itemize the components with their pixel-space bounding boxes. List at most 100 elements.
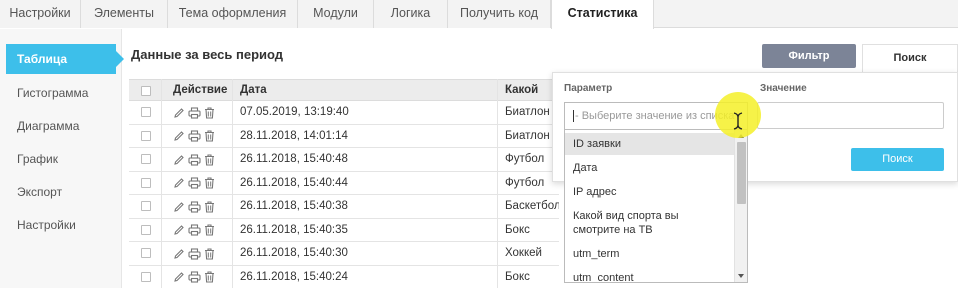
row-actions	[173, 172, 215, 195]
table-row[interactable]: 26.11.2018, 15:40:38 Баскетбол	[129, 195, 559, 219]
table-row[interactable]: 07.05.2019, 13:19:40 Биатлон	[129, 101, 559, 125]
cell-sport: Футбол	[505, 153, 545, 165]
row-checkbox[interactable]	[141, 224, 151, 235]
cell-date: 28.11.2018, 14:01:14	[240, 129, 348, 142]
tab-modules[interactable]: Модули	[298, 0, 374, 28]
cell-sport: Биатлон	[505, 129, 550, 142]
trash-icon[interactable]	[204, 200, 215, 213]
pencil-icon[interactable]	[173, 248, 185, 260]
sidebar-item-export[interactable]: Экспорт	[6, 177, 116, 207]
cell-sport: Бокс	[505, 223, 530, 236]
pencil-icon[interactable]	[173, 271, 185, 283]
printer-icon[interactable]	[188, 200, 201, 213]
search-button[interactable]: Поиск	[851, 148, 944, 171]
row-checkbox[interactable]	[141, 201, 151, 211]
table-row[interactable]: 28.11.2018, 14:01:14 Биатлон	[129, 124, 559, 148]
cell-date: 07.05.2019, 13:19:40	[240, 106, 349, 118]
trash-icon[interactable]	[204, 130, 215, 142]
dropdown-scrollbar[interactable]	[734, 130, 747, 282]
sidebar-item-histogram[interactable]: Гистограмма	[6, 78, 116, 108]
pencil-icon[interactable]	[173, 224, 185, 236]
tab-get-code[interactable]: Получить код	[448, 0, 551, 28]
tab-settings[interactable]: Настройки	[0, 0, 81, 28]
table-header: Действие Дата Какой вид	[129, 79, 559, 117]
pencil-icon[interactable]	[173, 201, 185, 213]
row-checkbox[interactable]	[141, 107, 151, 117]
row-checkbox[interactable]	[141, 177, 151, 188]
row-checkbox[interactable]	[141, 130, 151, 141]
cell-date: 26.11.2018, 15:40:30	[240, 247, 348, 259]
row-checkbox[interactable]	[141, 271, 151, 282]
select-all-checkbox[interactable]	[141, 86, 151, 96]
cell-sport: Бокс	[505, 270, 530, 283]
column-header-sport[interactable]: Какой вид	[505, 80, 559, 117]
dropdown-option-sport[interactable]: Какой вид спорта вы смотрите на ТВ	[565, 205, 736, 241]
tab-elements[interactable]: Элементы	[81, 0, 168, 28]
pencil-icon[interactable]	[173, 177, 185, 189]
printer-icon[interactable]	[188, 153, 201, 166]
cell-sport: Биатлон	[505, 106, 550, 118]
dropdown-option-utm-term[interactable]: utm_term	[565, 243, 736, 265]
filter-button[interactable]: Фильтр	[762, 44, 856, 68]
param-dropdown-list: ID заявки Дата IP адрес Какой вид спорта…	[564, 129, 748, 283]
sidebar-item-graph[interactable]: График	[6, 144, 116, 174]
dropdown-option-date[interactable]: Дата	[565, 157, 736, 179]
trash-icon[interactable]	[204, 153, 215, 166]
value-label: Значение	[760, 83, 807, 94]
row-actions	[173, 219, 215, 242]
row-actions	[173, 101, 215, 124]
sidebar-item-settings[interactable]: Настройки	[6, 210, 116, 240]
table-row[interactable]: 26.11.2018, 15:40:48 Футбол	[129, 148, 559, 172]
column-divider	[497, 79, 498, 288]
printer-icon[interactable]	[188, 247, 201, 260]
table-row[interactable]: 26.11.2018, 15:40:35 Бокс	[129, 218, 559, 242]
cell-sport: Хоккей	[505, 247, 542, 259]
scroll-down-arrow-icon[interactable]	[738, 274, 744, 278]
table-row[interactable]: 26.11.2018, 15:40:44 Футбол	[129, 171, 559, 195]
sidebar-item-table[interactable]: Таблица	[6, 44, 124, 74]
trash-icon[interactable]	[204, 224, 215, 236]
row-checkbox[interactable]	[141, 248, 151, 258]
dropdown-option-ip[interactable]: IP адрес	[565, 181, 736, 203]
pencil-icon[interactable]	[173, 154, 185, 166]
printer-icon[interactable]	[188, 106, 201, 119]
dropdown-option-utm-content[interactable]: utm_content	[565, 267, 736, 282]
pencil-icon[interactable]	[173, 130, 185, 142]
row-actions	[173, 195, 215, 218]
value-input[interactable]	[757, 102, 944, 129]
cell-sport: Баскетбол	[505, 200, 559, 212]
row-checkbox[interactable]	[141, 154, 151, 164]
top-tab-bar: Настройки Элементы Тема оформления Модул…	[0, 0, 958, 29]
trash-icon[interactable]	[204, 106, 215, 119]
cell-date: 26.11.2018, 15:40:38	[240, 200, 348, 212]
table-row[interactable]: 26.11.2018, 15:40:30 Хоккей	[129, 242, 559, 266]
printer-icon[interactable]	[188, 271, 201, 283]
cell-sport: Футбол	[505, 176, 545, 189]
dropdown-option-request-id[interactable]: ID заявки	[565, 133, 736, 155]
column-divider	[161, 79, 162, 288]
pencil-icon[interactable]	[173, 107, 185, 119]
printer-icon[interactable]	[188, 224, 201, 236]
search-tab-button[interactable]: Поиск	[862, 44, 958, 72]
trash-icon[interactable]	[204, 247, 215, 260]
row-actions	[173, 242, 215, 265]
column-header-date[interactable]: Дата	[240, 80, 267, 102]
cell-date: 26.11.2018, 15:40:44	[240, 176, 348, 189]
tab-theme[interactable]: Тема оформления	[168, 0, 298, 28]
tab-logic[interactable]: Логика	[374, 0, 448, 28]
table-row[interactable]: 26.11.2018, 15:40:24 Бокс	[129, 265, 559, 288]
trash-icon[interactable]	[204, 271, 215, 283]
row-actions	[173, 266, 215, 288]
scrollbar-thumb[interactable]	[737, 142, 746, 204]
text-cursor-icon	[733, 112, 743, 133]
text-caret	[573, 110, 574, 123]
sidebar-item-diagram[interactable]: Диаграмма	[6, 111, 116, 141]
row-actions	[173, 148, 215, 171]
cell-date: 26.11.2018, 15:40:48	[240, 153, 348, 165]
tab-statistics[interactable]: Статистика	[551, 0, 654, 29]
trash-icon[interactable]	[204, 177, 215, 189]
printer-icon[interactable]	[188, 177, 201, 189]
param-label: Параметр	[564, 83, 613, 94]
sidebar: Таблица Гистограмма Диаграмма График Экс…	[0, 29, 124, 288]
printer-icon[interactable]	[188, 130, 201, 142]
